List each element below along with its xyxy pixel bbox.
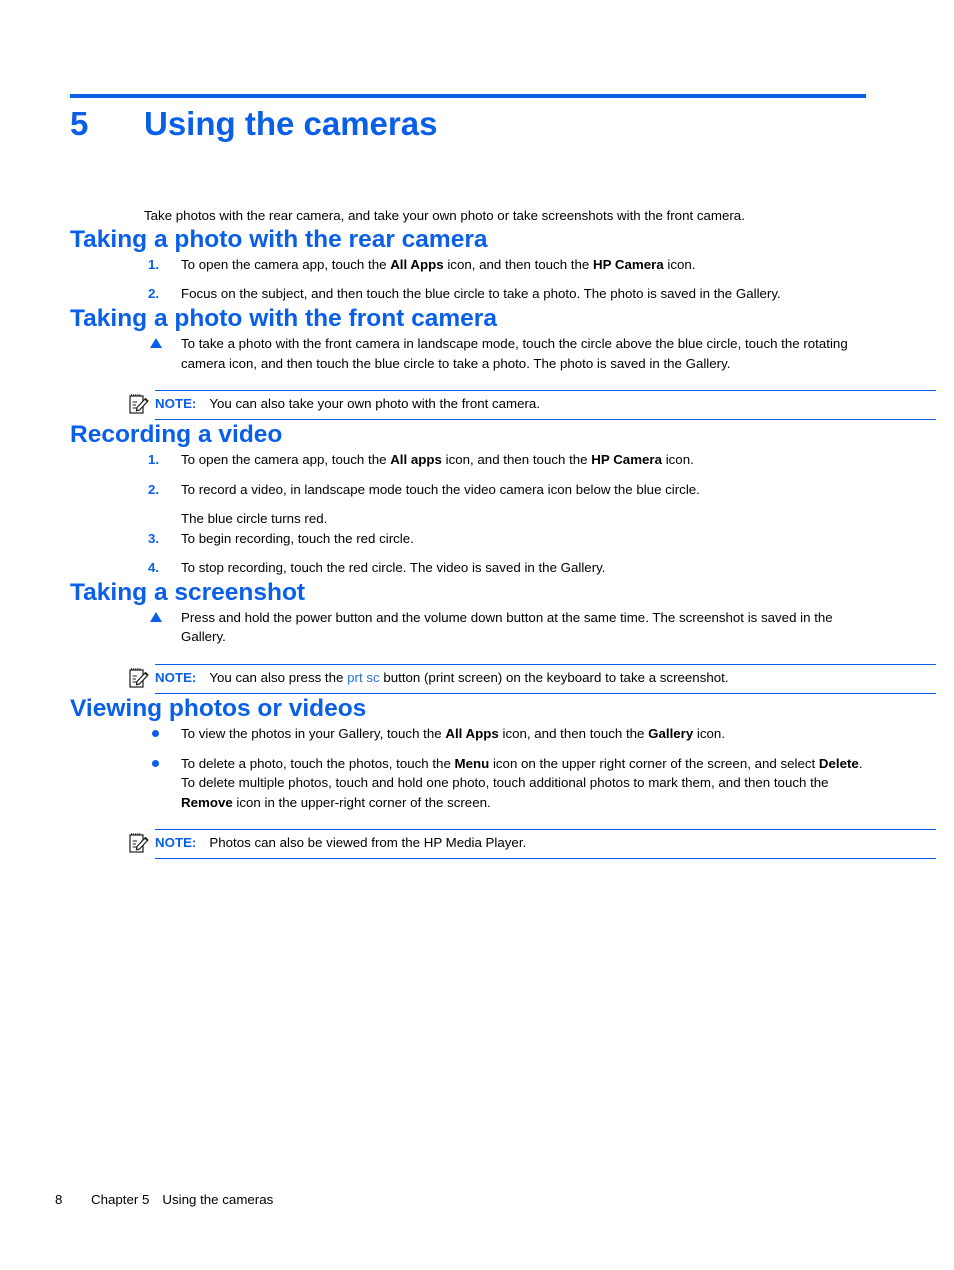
list-item: 1. To open the camera app, touch the All…	[70, 255, 870, 275]
list-item: 4. To stop recording, touch the red circ…	[70, 558, 870, 578]
step-text: To record a video, in landscape mode tou…	[181, 481, 700, 497]
text-run-bold: Delete	[818, 755, 859, 771]
note-callout-screenshot: NOTE: You can also press the prt sc butt…	[128, 664, 936, 695]
text-run: icon, and then touch the	[441, 452, 592, 467]
step-number: 3.	[148, 530, 160, 546]
steps-taking-screenshot: Press and hold the power button and the …	[70, 608, 870, 647]
step-number: 2.	[148, 481, 160, 497]
note-pad-pencil-icon	[128, 667, 155, 689]
note-bottom-rule	[155, 858, 936, 860]
bullets-viewing-photos: To view the photos in your Gallery, touc…	[70, 724, 870, 812]
intro-paragraph: Take photos with the rear camera, and ta…	[144, 208, 745, 223]
list-item: 3. To begin recording, touch the red cir…	[70, 529, 870, 549]
note-body: NOTE: You can also press the prt sc butt…	[128, 665, 936, 693]
text-run-bold: Remove	[181, 794, 233, 810]
list-item: To view the photos in your Gallery, touc…	[70, 724, 870, 744]
chapter-heading: 5 Using the cameras	[70, 104, 870, 144]
text-run: icon, and then touch the	[443, 256, 593, 272]
triangle-bullet-icon	[150, 611, 162, 622]
chapter-rule	[70, 94, 866, 98]
note-callout-viewing: NOTE: Photos can also be viewed from the…	[128, 829, 936, 860]
chapter-number: 5	[70, 105, 89, 142]
list-item: Press and hold the power button and the …	[70, 608, 870, 647]
note-label: NOTE:	[155, 670, 197, 686]
text-run-bold: All Apps	[445, 725, 499, 741]
text-run: button (print screen) on the keyboard to…	[379, 670, 729, 686]
note-text: You can also press the prt sc button (pr…	[209, 668, 936, 687]
step-number: 1.	[148, 452, 160, 467]
bullet-text: To view the photos in your Gallery, touc…	[181, 726, 725, 741]
note-body: NOTE: You can also take your own photo w…	[128, 391, 936, 419]
note-text: Photos can also be viewed from the HP Me…	[209, 835, 527, 851]
text-run: icon in the upper-right corner of the sc…	[232, 794, 491, 810]
list-item: 2. To record a video, in landscape mode …	[70, 480, 870, 500]
text-run: icon, and then touch the	[498, 725, 649, 741]
text-run: To delete a photo, touch the photos, tou…	[181, 755, 455, 771]
text-run-bold: HP Camera	[592, 256, 664, 272]
triangle-bullet-icon	[150, 337, 162, 348]
note-label: NOTE:	[155, 835, 197, 851]
step-number: 2.	[148, 286, 160, 302]
text-run-bold: Gallery	[648, 725, 694, 741]
note-pad-pencil-icon	[128, 393, 155, 415]
step-text: To open the camera app, touch the All ap…	[181, 452, 694, 467]
chapter-title: Using the cameras	[144, 105, 438, 142]
footer-chapter-title: Using the cameras	[162, 1192, 274, 1207]
list-item: To delete a photo, touch the photos, tou…	[70, 754, 870, 813]
text-run: To open the camera app, touch the	[181, 256, 391, 272]
note-callout-front-camera: NOTE: You can also take your own photo w…	[128, 390, 936, 421]
prt-sc-key-reference[interactable]: prt sc	[347, 670, 380, 685]
step-text: To stop recording, touch the red circle.…	[181, 560, 606, 576]
text-run: icon.	[662, 452, 694, 467]
section-heading-recording-video: Recording a video	[70, 421, 283, 449]
step-number: 1.	[148, 256, 160, 272]
text-run: icon on the upper right corner of the sc…	[489, 755, 819, 771]
section-heading-viewing-photos: Viewing photos or videos	[70, 695, 367, 723]
note-body: NOTE: Photos can also be viewed from the…	[128, 830, 936, 858]
substep-text: The blue circle turns red.	[181, 511, 328, 527]
footer-page-number: 8	[55, 1192, 63, 1207]
page-footer: 8 Chapter 5 Using the cameras	[55, 1192, 875, 1207]
steps-rear-camera: 1. To open the camera app, touch the All…	[70, 255, 870, 304]
text-run: icon.	[663, 256, 696, 272]
list-item: 1. To open the camera app, touch the All…	[70, 450, 870, 470]
content-column: Take photos with the rear camera, and ta…	[70, 206, 936, 860]
section-heading-front-camera: Taking a photo with the front camera	[70, 305, 497, 333]
list-item: 2. Focus on the subject, and then touch …	[70, 284, 881, 304]
step-text: To take a photo with the front camera in…	[181, 335, 848, 371]
note-label: NOTE:	[155, 396, 197, 412]
step-text: Press and hold the power button and the …	[181, 609, 833, 645]
step-number: 4.	[148, 560, 160, 576]
step-text: To begin recording, touch the red circle…	[181, 530, 414, 546]
list-item: To take a photo with the front camera in…	[70, 334, 870, 373]
section-heading-taking-screenshot: Taking a screenshot	[70, 578, 306, 606]
step-text: To open the camera app, touch the All Ap…	[181, 257, 696, 272]
steps-front-camera: To take a photo with the front camera in…	[70, 334, 870, 373]
footer-chapter-label: Chapter 5	[91, 1192, 150, 1207]
section-heading-rear-camera: Taking a photo with the rear camera	[70, 226, 488, 253]
text-run: To open the camera app, touch the	[181, 452, 391, 467]
bullet-text: To delete a photo, touch the photos, tou…	[181, 756, 863, 810]
steps-recording-video: 1. To open the camera app, touch the All…	[70, 450, 870, 578]
text-run: You can also press the	[209, 670, 348, 686]
note-bottom-rule	[155, 693, 936, 695]
text-run: icon.	[693, 725, 726, 741]
text-run-bold: HP Camera	[591, 452, 662, 467]
dot-bullet-icon	[152, 729, 159, 737]
text-run-bold: Menu	[454, 755, 490, 771]
note-bottom-rule	[155, 419, 936, 421]
note-text: You can also take your own photo with th…	[209, 396, 541, 412]
text-run-bold: All Apps	[390, 256, 444, 272]
step-text: Focus on the subject, and then touch the…	[181, 286, 781, 302]
text-run-bold: All apps	[390, 452, 442, 467]
text-run: To view the photos in your Gallery, touc…	[181, 725, 446, 741]
dot-bullet-icon	[152, 759, 159, 767]
document-page: 5 Using the cameras Take photos with the…	[0, 0, 954, 1270]
note-pad-pencil-icon	[128, 832, 155, 854]
